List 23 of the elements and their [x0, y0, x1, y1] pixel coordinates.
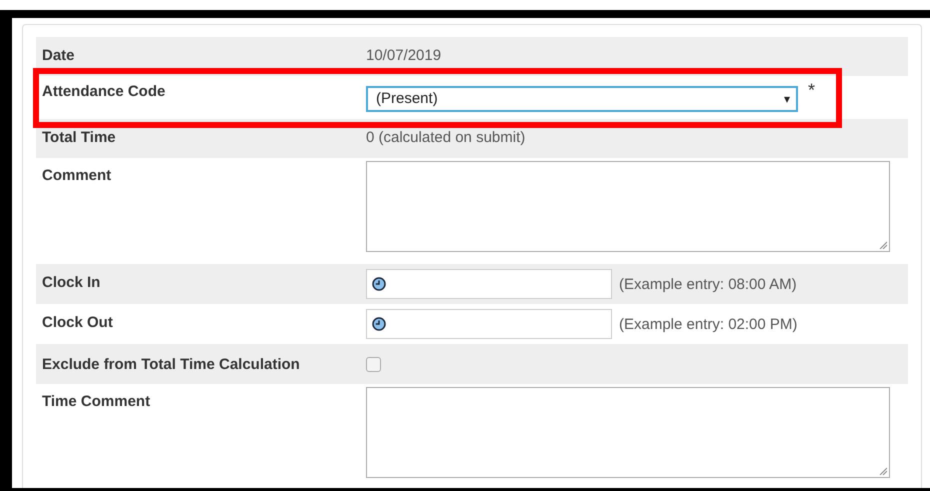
field-label: Time Comment — [42, 392, 152, 410]
time-input-field[interactable] — [366, 309, 612, 339]
clock-icon — [372, 317, 386, 331]
field-label: Exclude from Total Time Calculation — [42, 356, 301, 372]
field-label: Total Time — [42, 128, 117, 146]
resize-grip-icon[interactable] — [879, 467, 887, 475]
example-hint: (Example entry: 08:00 AM) — [619, 276, 797, 292]
field-label: Clock Out — [42, 314, 114, 330]
example-hint: (Example entry: 02:00 PM) — [619, 316, 798, 332]
comment-textarea[interactable] — [366, 387, 890, 478]
clock-icon — [372, 277, 386, 291]
field-value: 10/07/2019 — [366, 46, 442, 66]
checkbox[interactable] — [366, 356, 381, 372]
field-label: Comment — [42, 166, 112, 184]
field-label: Clock In — [42, 274, 102, 290]
time-input-field[interactable] — [366, 269, 612, 299]
field-value: 0 (calculated on submit) — [366, 128, 526, 148]
field-label: Date — [42, 46, 76, 64]
attendance-code-dropdown[interactable]: (Present) ▾ — [366, 86, 798, 112]
resize-grip-icon[interactable] — [879, 241, 887, 249]
required-mark: * — [808, 80, 816, 101]
comment-textarea[interactable] — [366, 161, 890, 252]
field-label: Attendance Code — [42, 83, 166, 100]
